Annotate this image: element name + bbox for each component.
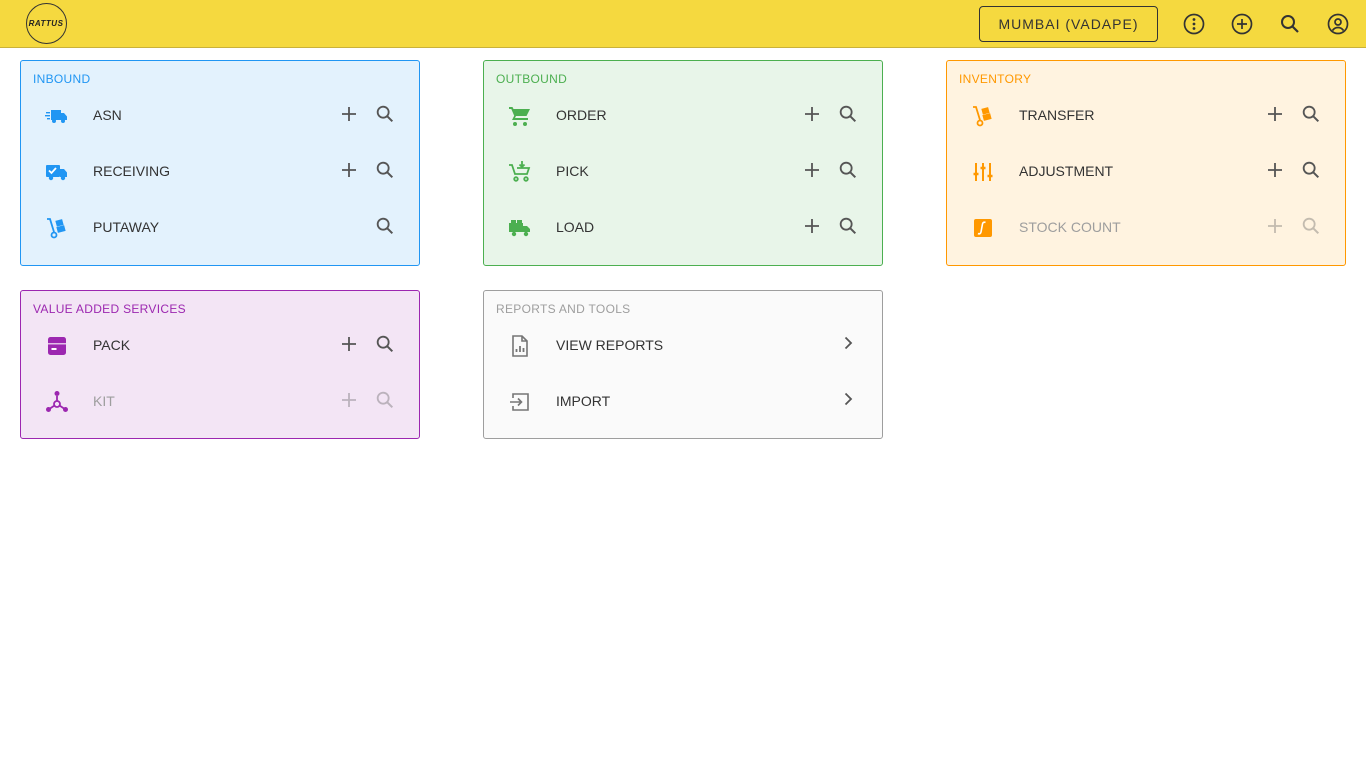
rattus-logo[interactable]: RATTUS <box>20 3 72 45</box>
search-icon[interactable] <box>1278 12 1302 36</box>
search-icon[interactable] <box>1300 103 1322 125</box>
add-icon <box>1268 219 1282 233</box>
row-putaway[interactable]: PUTAWAY <box>21 200 419 256</box>
search-icon[interactable] <box>374 215 396 237</box>
add-icon[interactable] <box>1265 104 1285 124</box>
row-pick[interactable]: PICK <box>484 144 882 200</box>
chevron-right-icon[interactable] <box>838 333 858 353</box>
inventory-title: INVENTORY <box>959 72 1032 86</box>
add-icon[interactable] <box>339 104 359 124</box>
integral-icon <box>974 219 992 237</box>
row-load[interactable]: LOAD <box>484 200 882 256</box>
row-label-adjustment: ADJUSTMENT <box>1019 163 1114 179</box>
vas-card: VALUE ADDED SERVICES PACK KIT <box>20 290 420 439</box>
row-label-order: ORDER <box>556 107 607 123</box>
inbound-title: INBOUND <box>33 72 91 86</box>
add-icon[interactable] <box>339 334 359 354</box>
logo-text: RATTUS <box>28 19 64 28</box>
fast-truck-icon <box>45 110 67 123</box>
reports-title: REPORTS AND TOOLS <box>496 302 631 316</box>
row-label-stock-count: STOCK COUNT <box>1019 219 1121 235</box>
account-circle-icon[interactable] <box>1326 12 1350 36</box>
search-icon[interactable] <box>837 215 859 237</box>
search-icon[interactable] <box>837 159 859 181</box>
hand-truck-icon <box>47 218 66 239</box>
top-app-bar: RATTUS MUMBAI (VADAPE) <box>0 0 1366 48</box>
search-icon[interactable] <box>374 159 396 181</box>
add-circle-icon[interactable] <box>1230 12 1254 36</box>
reports-card: REPORTS AND TOOLS VIEW REPORTS IMPORT <box>483 290 883 439</box>
add-icon[interactable] <box>802 160 822 180</box>
row-asn[interactable]: ASN <box>21 88 419 144</box>
cart-icon <box>509 107 530 126</box>
more-vertical-icon[interactable] <box>1182 12 1206 36</box>
location-selector-button[interactable]: MUMBAI (VADAPE) <box>979 6 1158 42</box>
hub-icon <box>46 391 68 412</box>
row-label-view-reports: VIEW REPORTS <box>556 337 664 353</box>
add-icon[interactable] <box>802 216 822 236</box>
package-box-icon <box>48 337 66 355</box>
inventory-card: INVENTORY TRANSFER ADJUSTMENT STOCK COUN… <box>946 60 1346 266</box>
row-label-pack: PACK <box>93 337 131 353</box>
row-label-pick: PICK <box>556 163 589 179</box>
row-label-load: LOAD <box>556 219 595 235</box>
row-import[interactable]: IMPORT <box>484 374 882 430</box>
vas-title: VALUE ADDED SERVICES <box>33 302 186 316</box>
row-label-putaway: PUTAWAY <box>93 219 160 235</box>
add-icon[interactable] <box>339 160 359 180</box>
inbound-card: INBOUND ASN RECEIVING PUTAWAY <box>20 60 420 266</box>
row-adjustment[interactable]: ADJUSTMENT <box>947 144 1345 200</box>
search-icon <box>376 391 394 409</box>
row-label-kit: KIT <box>93 393 115 409</box>
row-label-receiving: RECEIVING <box>93 163 171 179</box>
outbound-card: OUTBOUND ORDER PICK LOAD <box>483 60 883 266</box>
search-icon[interactable] <box>374 333 396 355</box>
search-icon <box>1302 217 1320 235</box>
hand-truck-icon <box>973 106 992 127</box>
report-file-icon <box>512 335 528 357</box>
search-icon[interactable] <box>374 103 396 125</box>
import-icon <box>510 393 529 411</box>
chevron-right-icon[interactable] <box>838 389 858 409</box>
row-label-transfer: TRANSFER <box>1019 107 1095 123</box>
row-kit: KIT <box>21 374 419 430</box>
row-label-import: IMPORT <box>556 393 611 409</box>
add-icon[interactable] <box>802 104 822 124</box>
outbound-title: OUTBOUND <box>496 72 568 86</box>
row-transfer[interactable]: TRANSFER <box>947 88 1345 144</box>
row-receiving[interactable]: RECEIVING <box>21 144 419 200</box>
add-icon[interactable] <box>1265 160 1285 180</box>
search-icon[interactable] <box>1300 159 1322 181</box>
tune-icon <box>973 163 993 181</box>
truck-check-icon <box>46 165 67 181</box>
row-pack[interactable]: PACK <box>21 318 419 374</box>
loaded-truck-icon <box>509 220 530 237</box>
row-view-reports[interactable]: VIEW REPORTS <box>484 318 882 374</box>
add-icon <box>342 393 356 407</box>
cart-arrow-down-icon <box>509 161 531 182</box>
row-stock-count: STOCK COUNT <box>947 200 1345 256</box>
search-icon[interactable] <box>837 103 859 125</box>
row-label-asn: ASN <box>93 107 122 123</box>
row-order[interactable]: ORDER <box>484 88 882 144</box>
